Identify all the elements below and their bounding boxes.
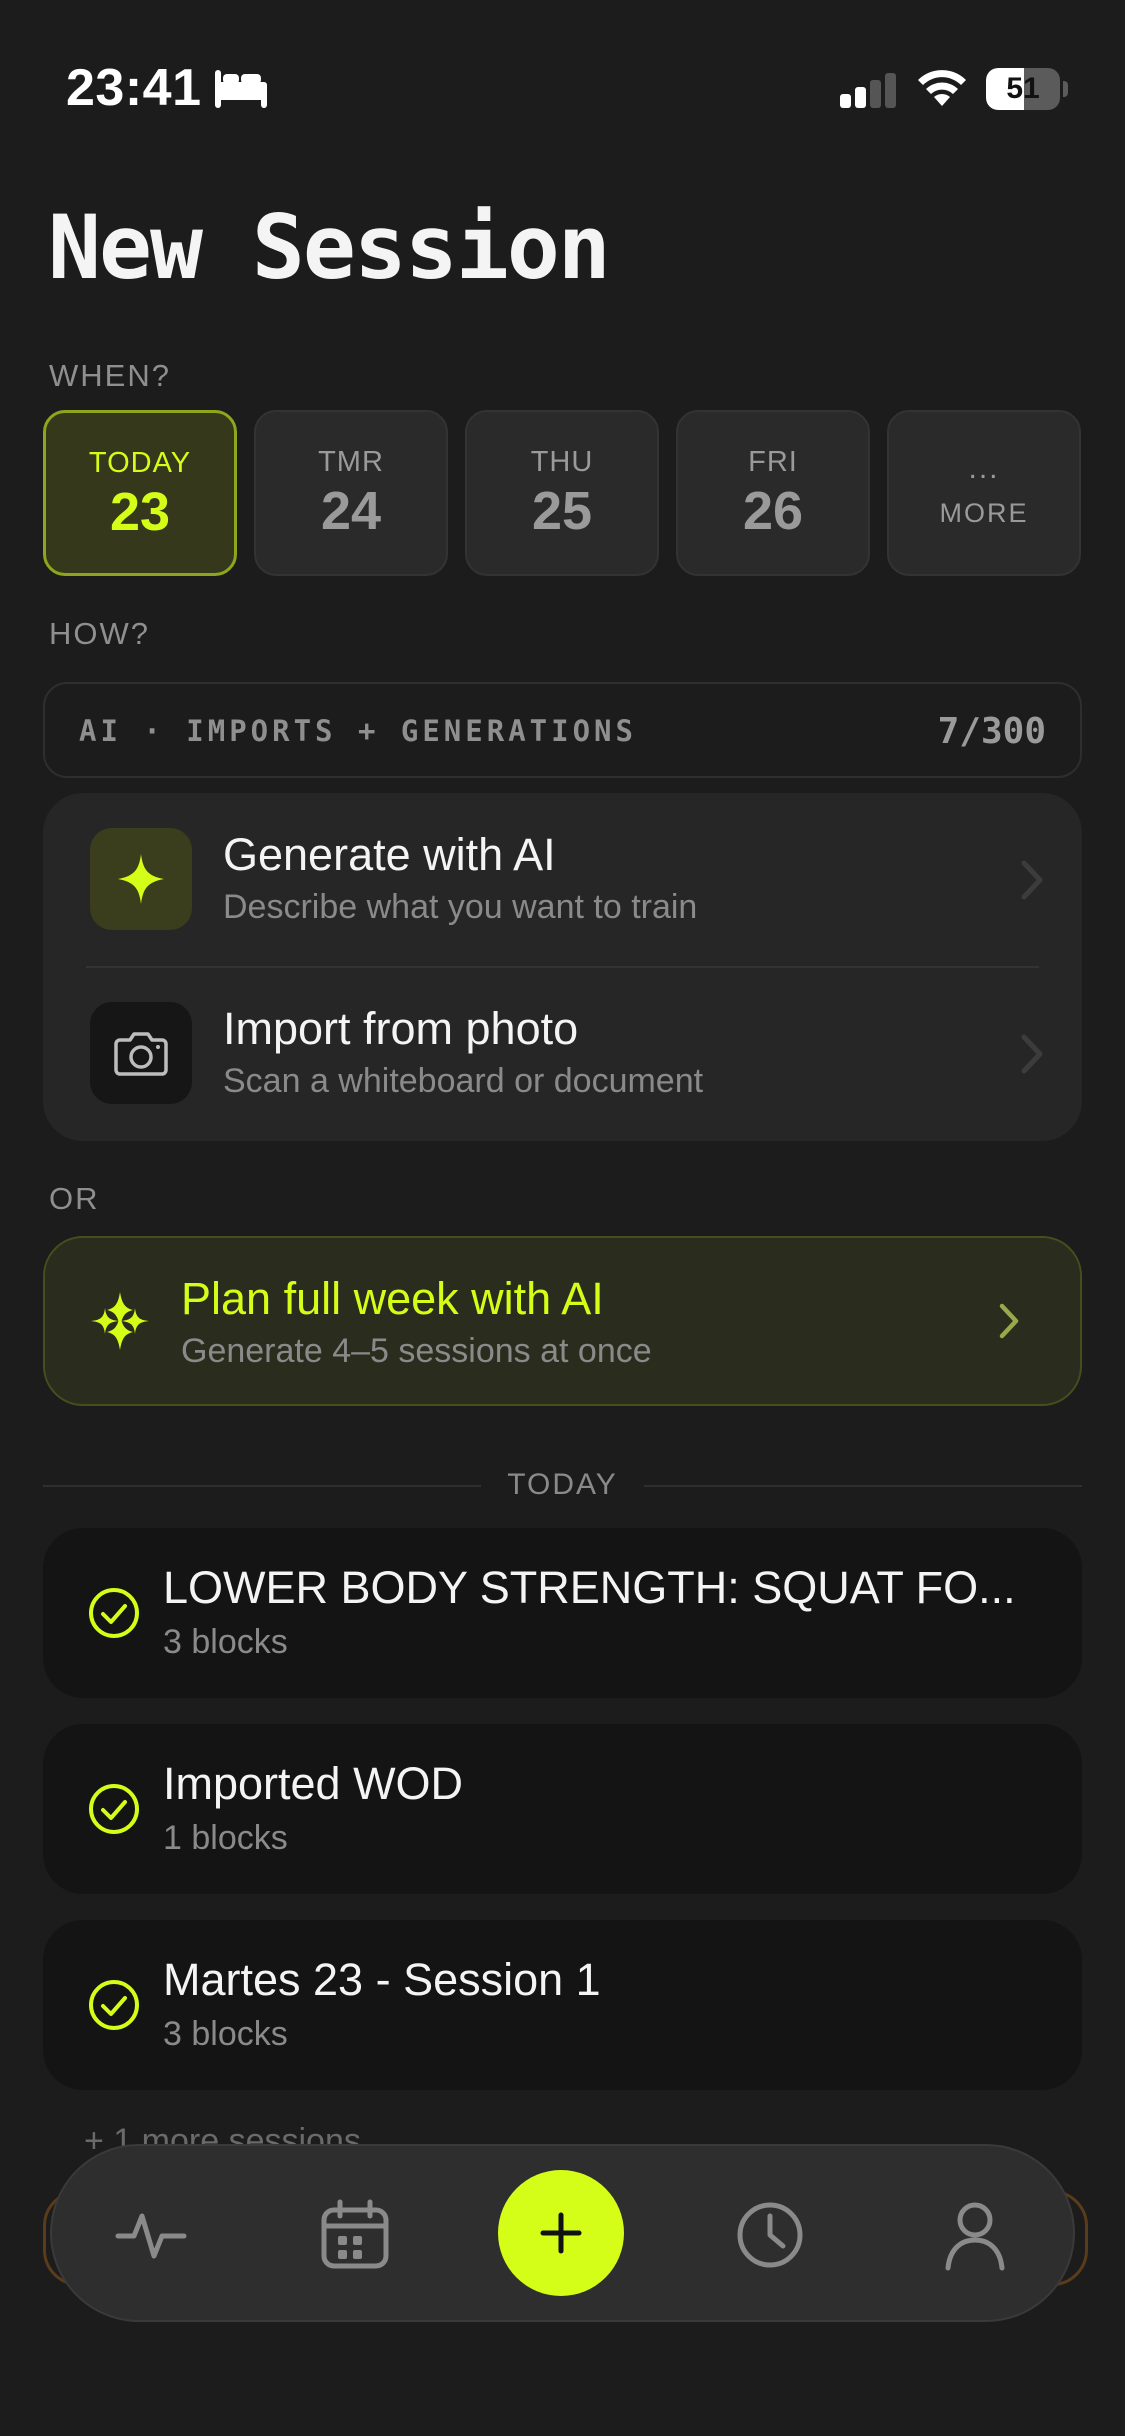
more-dots: ...: [968, 452, 1000, 485]
chevron-right-icon: [1021, 860, 1043, 900]
plus-icon: [540, 2212, 582, 2254]
import-actions-card: Generate with AI Describe what you want …: [43, 793, 1082, 1141]
bed-icon: [215, 70, 267, 108]
date-chip-day: TODAY: [88, 447, 192, 479]
plan-week-subtitle: Generate 4–5 sessions at once: [181, 1332, 652, 1370]
session-subtitle: 3 blocks: [163, 2015, 288, 2053]
chevron-right-icon: [999, 1303, 1019, 1339]
sparkle-icon: [118, 854, 164, 904]
check-circle-icon: [89, 1980, 139, 2030]
how-label: HOW?: [49, 616, 150, 651]
battery-icon: 51: [986, 68, 1068, 110]
quota-label: AI · IMPORTS + GENERATIONS: [79, 714, 637, 748]
camera-icon-box: [90, 1002, 192, 1104]
session-subtitle: 1 blocks: [163, 1819, 288, 1857]
date-chip-thursday[interactable]: THU 25: [465, 410, 659, 576]
more-label: MORE: [939, 498, 1029, 528]
session-card[interactable]: Imported WOD 1 blocks: [43, 1724, 1082, 1894]
session-subtitle: 3 blocks: [163, 1623, 288, 1661]
session-card[interactable]: Martes 23 - Session 1 3 blocks: [43, 1920, 1082, 2090]
date-chip-date: 26: [742, 481, 804, 541]
action-subtitle: Describe what you want to train: [223, 888, 698, 926]
calendar-icon[interactable]: [318, 2198, 392, 2272]
status-time: 23:41: [66, 59, 202, 117]
when-label: WHEN?: [49, 358, 171, 393]
plan-week-title: Plan full week with AI: [181, 1273, 604, 1324]
sparkle-icon-box: [90, 828, 192, 930]
session-title: Imported WOD: [163, 1758, 464, 1809]
page-title: New Session: [48, 196, 611, 299]
date-chip-day: FRI: [748, 446, 798, 478]
date-chip-more[interactable]: ... MORE: [887, 410, 1081, 576]
plan-week-button[interactable]: Plan full week with AI Generate 4–5 sess…: [43, 1236, 1082, 1406]
profile-icon[interactable]: [938, 2198, 1012, 2272]
battery-percentage: 51: [1006, 72, 1040, 105]
session-title: LOWER BODY STRENGTH: SQUAT FO...: [163, 1562, 1016, 1613]
generate-with-ai-button[interactable]: Generate with AI Describe what you want …: [43, 793, 1082, 967]
clock-icon[interactable]: [733, 2198, 807, 2272]
wifi-icon: [918, 70, 966, 106]
session-card[interactable]: LOWER BODY STRENGTH: SQUAT FO... 3 block…: [43, 1528, 1082, 1698]
camera-icon: [114, 1032, 168, 1076]
quota-count: 7/300: [937, 711, 1046, 752]
date-chip-date: 24: [320, 481, 382, 541]
chevron-right-icon: [1021, 1034, 1043, 1074]
date-chip-today[interactable]: TODAY 23: [43, 410, 237, 576]
action-title: Import from photo: [223, 1003, 579, 1054]
add-session-button[interactable]: [498, 2170, 624, 2296]
check-circle-icon: [89, 1588, 139, 1638]
date-chip-date: 23: [109, 482, 171, 542]
action-title: Generate with AI: [223, 829, 556, 880]
date-chip-day: THU: [530, 446, 594, 478]
session-title: Martes 23 - Session 1: [163, 1954, 601, 2005]
date-chip-friday[interactable]: FRI 26: [676, 410, 870, 576]
action-subtitle: Scan a whiteboard or document: [223, 1062, 704, 1100]
check-circle-icon: [89, 1784, 139, 1834]
multi-sparkle-icon: [91, 1292, 149, 1350]
date-chip-day: TMR: [318, 446, 384, 478]
activity-icon[interactable]: [114, 2198, 188, 2272]
or-label: OR: [49, 1181, 100, 1216]
ai-quota-bar: AI · IMPORTS + GENERATIONS 7/300: [43, 682, 1082, 778]
import-from-photo-button[interactable]: Import from photo Scan a whiteboard or d…: [43, 967, 1082, 1141]
date-chip-date: 25: [531, 481, 593, 541]
tab-bar: [50, 2144, 1075, 2322]
date-chip-tomorrow[interactable]: TMR 24: [254, 410, 448, 576]
divider-line: [644, 1485, 1082, 1487]
cellular-signal-icon: [840, 73, 896, 108]
